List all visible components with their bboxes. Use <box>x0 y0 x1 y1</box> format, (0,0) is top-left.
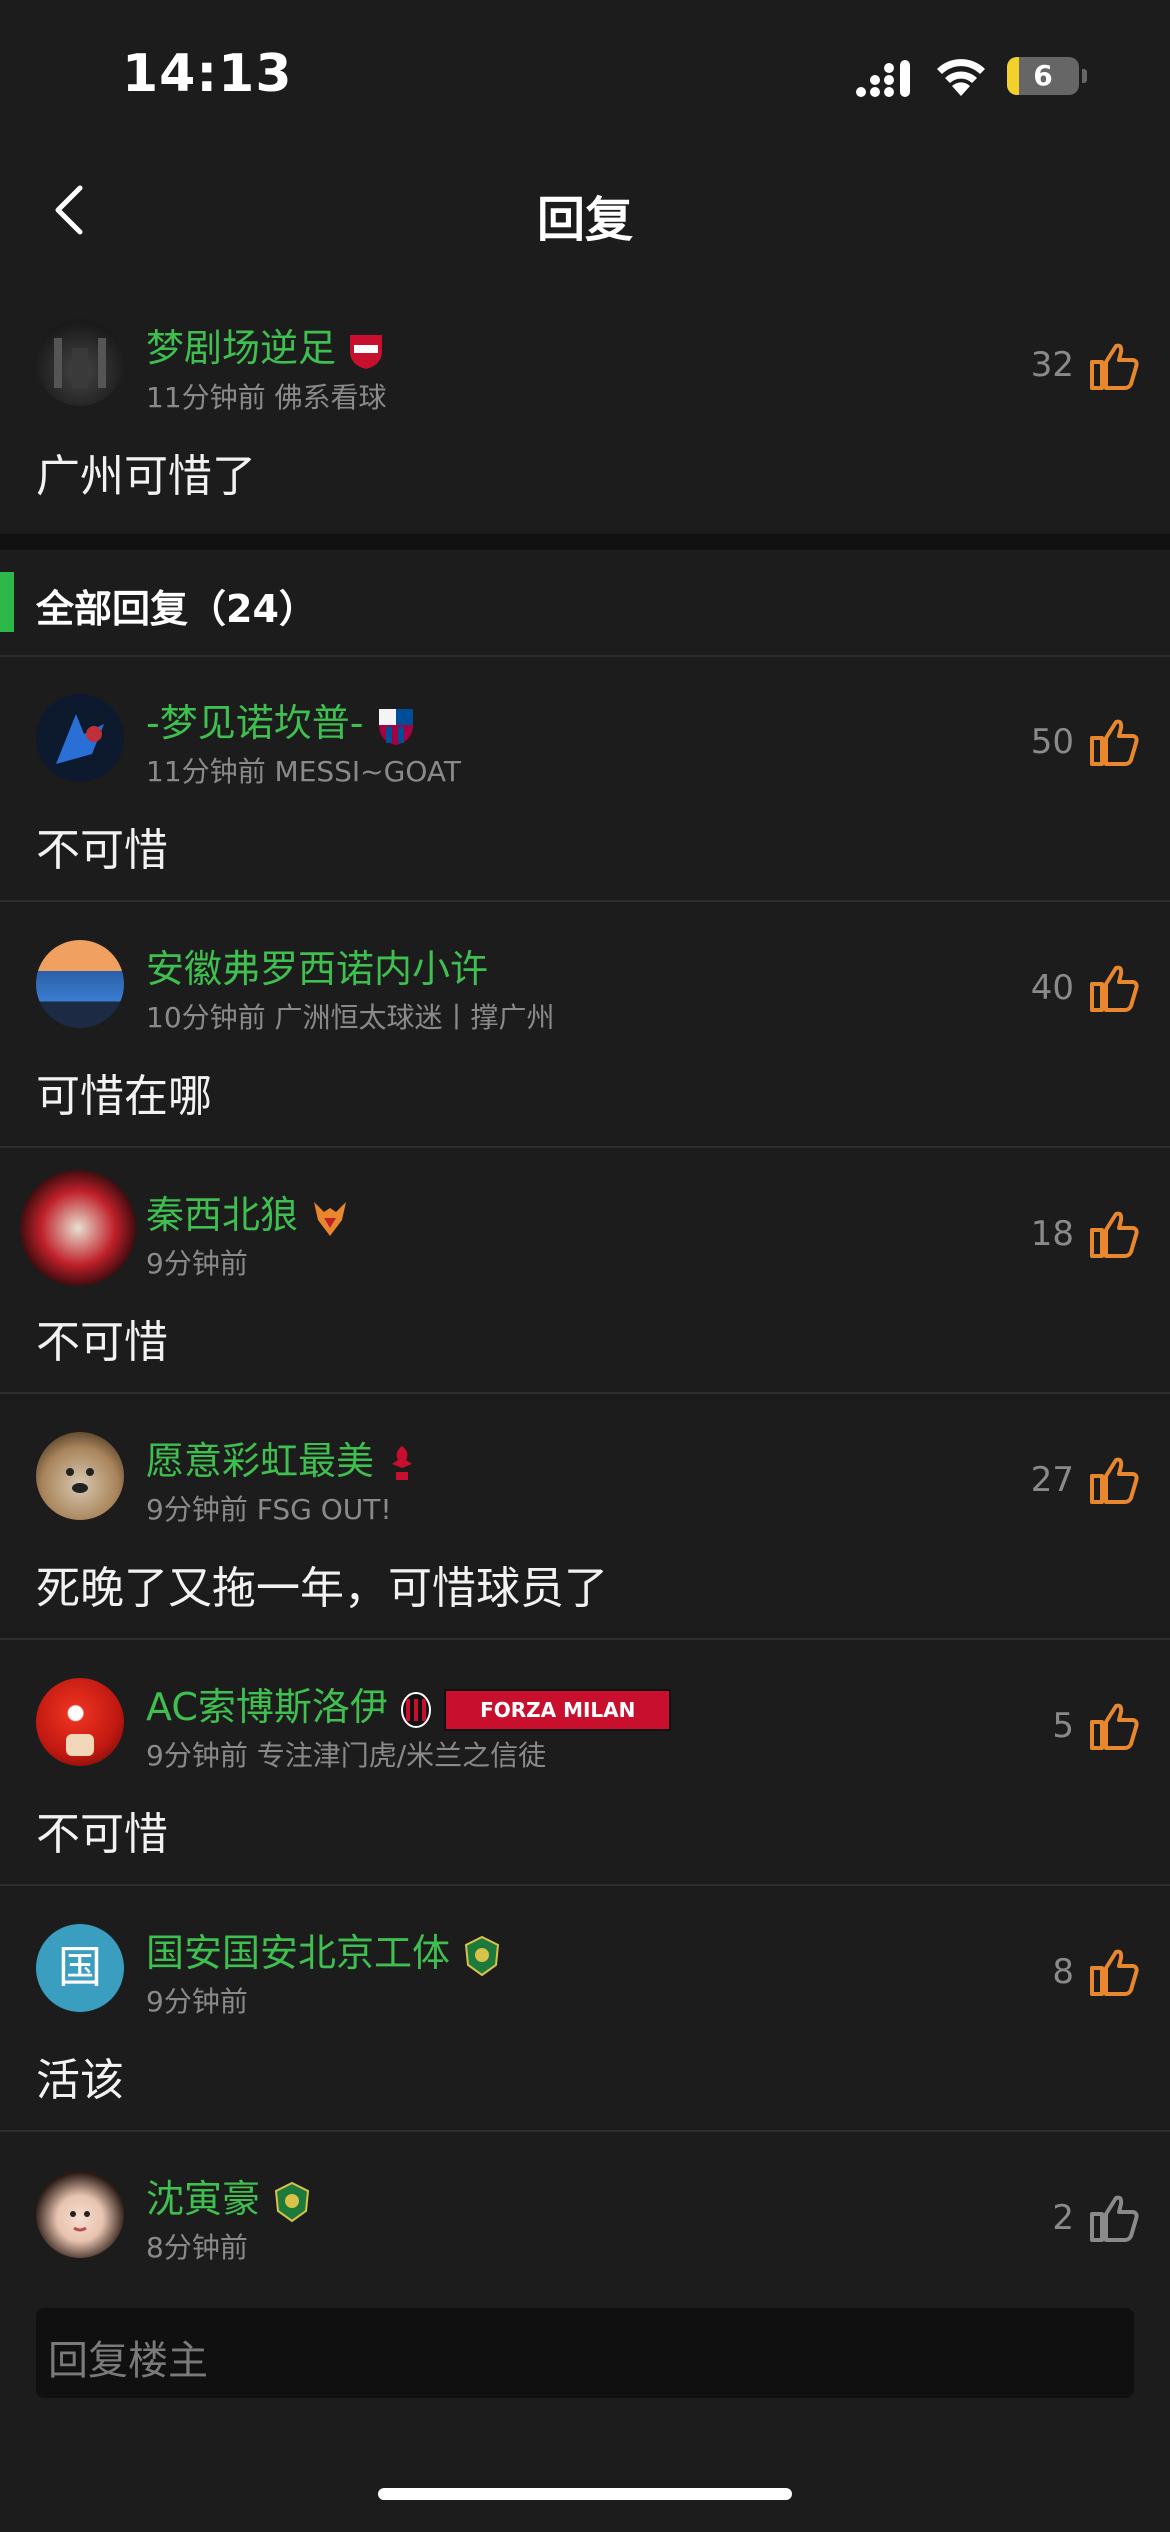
section-accent-bar <box>0 572 14 632</box>
thumbs-up-icon[interactable] <box>1088 1700 1140 1752</box>
home-indicator[interactable] <box>378 2488 792 2500</box>
divider <box>0 1146 1170 1148</box>
divider <box>0 1638 1170 1640</box>
username-text[interactable]: -梦见诺坎普- <box>146 701 363 745</box>
section-title: 全部回复（24） <box>36 587 317 631</box>
team-badge-icon <box>350 334 383 369</box>
comment-meta: 11分钟前 佛系看球 <box>146 381 387 414</box>
like-count: 40 <box>1030 968 1074 1008</box>
username[interactable]: -梦见诺坎普- <box>146 692 416 747</box>
comment-content: 不可惜 <box>36 1317 168 1368</box>
liverpool-badge-icon <box>392 1445 413 1480</box>
thumbs-up-outline-icon[interactable] <box>1088 2192 1140 2244</box>
username[interactable]: 沈寅豪 <box>146 2168 312 2223</box>
divider <box>0 655 1170 657</box>
ac-milan-badge-icon <box>400 1691 431 1728</box>
username[interactable]: 国安国安北京工体 <box>146 1922 502 1977</box>
comment-meta: 10分钟前 广洲恒太球迷丨撑广州 <box>146 1001 555 1034</box>
cellular-signal-icon <box>856 60 910 97</box>
thumbs-up-icon[interactable] <box>1088 1946 1140 1998</box>
like-count: 27 <box>1030 1460 1074 1500</box>
like-count: 2 <box>1052 2198 1074 2238</box>
nav-bar: 回复 <box>0 160 1170 260</box>
username-text[interactable]: AC索博斯洛伊 <box>146 1685 388 1729</box>
wifi-icon <box>937 59 985 96</box>
battery-level: 6 <box>1033 59 1053 92</box>
username-text[interactable]: 国安国安北京工体 <box>146 1931 450 1975</box>
avatar[interactable] <box>36 1678 124 1766</box>
battery-indicator: 6 <box>1007 57 1087 97</box>
comment-meta: 9分钟前 <box>146 1247 248 1280</box>
like-count: 18 <box>1030 1214 1074 1254</box>
comment-content: 不可惜 <box>36 825 168 876</box>
avatar[interactable] <box>36 2170 124 2258</box>
comment-meta: 9分钟前 FSG OUT! <box>146 1493 392 1526</box>
avatar-initial: 国 <box>58 1942 102 1993</box>
status-bar: 14:13 6 <box>0 0 1170 150</box>
status-time: 14:13 <box>122 44 293 104</box>
thumbs-up-icon[interactable] <box>1088 962 1140 1014</box>
thumbs-up-icon[interactable] <box>1088 1208 1140 1260</box>
username[interactable]: 秦西北狼 <box>146 1184 350 1239</box>
like-count: 8 <box>1052 1952 1074 1992</box>
username[interactable]: 安徽弗罗西诺内小许 <box>146 938 488 993</box>
guoan-badge-icon <box>275 2181 310 2222</box>
comment-meta: 9分钟前 专注津门虎/米兰之信徒 <box>146 1739 547 1772</box>
comment-meta: 9分钟前 <box>146 1985 248 2018</box>
username[interactable]: AC索博斯洛伊 FORZA MILAN <box>146 1676 672 1731</box>
username-text[interactable]: 沈寅豪 <box>146 2177 260 2221</box>
comment-content: 活该 <box>36 2055 124 2106</box>
avatar[interactable] <box>36 1432 124 1520</box>
username[interactable]: 愿意彩虹最美 <box>146 1430 418 1486</box>
reply-placeholder: 回复楼主 <box>48 2338 208 2384</box>
comment-meta: 11分钟前 MESSI~GOAT <box>146 755 461 788</box>
avatar[interactable]: 国 <box>36 1924 124 2012</box>
comment-content: 死晚了又拖一年，可惜球员了 <box>36 1563 608 1614</box>
team-badge-icon <box>378 708 413 745</box>
thumbs-up-icon[interactable] <box>1088 340 1140 392</box>
username-text[interactable]: 愿意彩虹最美 <box>146 1439 374 1483</box>
section-separator <box>0 534 1170 550</box>
divider <box>0 2130 1170 2132</box>
thumbs-up-icon[interactable] <box>1088 716 1140 768</box>
like-count: 32 <box>1030 345 1074 385</box>
divider <box>0 900 1170 902</box>
like-count: 50 <box>1030 722 1074 762</box>
wolf-badge-icon <box>314 1201 347 1236</box>
username[interactable]: 梦剧场逆足 <box>146 317 384 372</box>
reply-input[interactable]: 回复楼主 <box>36 2308 1134 2398</box>
avatar[interactable] <box>36 318 124 406</box>
avatar[interactable] <box>36 940 124 1028</box>
avatar[interactable] <box>20 1170 136 1286</box>
username-text[interactable]: 安徽弗罗西诺内小许 <box>146 947 488 991</box>
guoan-badge-icon <box>465 1935 500 1976</box>
forza-milan-banner: FORZA MILAN <box>444 1688 672 1731</box>
comment-content: 可惜在哪 <box>36 1071 212 1122</box>
divider <box>0 1884 1170 1886</box>
thumbs-up-icon[interactable] <box>1088 1454 1140 1506</box>
page-title: 回复 <box>536 192 633 248</box>
divider <box>0 1392 1170 1394</box>
like-count: 5 <box>1052 1706 1074 1746</box>
comment-meta: 8分钟前 <box>146 2231 248 2264</box>
username-text[interactable]: 秦西北狼 <box>146 1193 298 1237</box>
username-text[interactable]: 梦剧场逆足 <box>146 326 336 370</box>
avatar[interactable] <box>36 694 124 782</box>
comment-content: 不可惜 <box>36 1809 168 1860</box>
banner-text: FORZA MILAN <box>480 1697 636 1722</box>
comment-content: 广州可惜了 <box>36 451 256 502</box>
